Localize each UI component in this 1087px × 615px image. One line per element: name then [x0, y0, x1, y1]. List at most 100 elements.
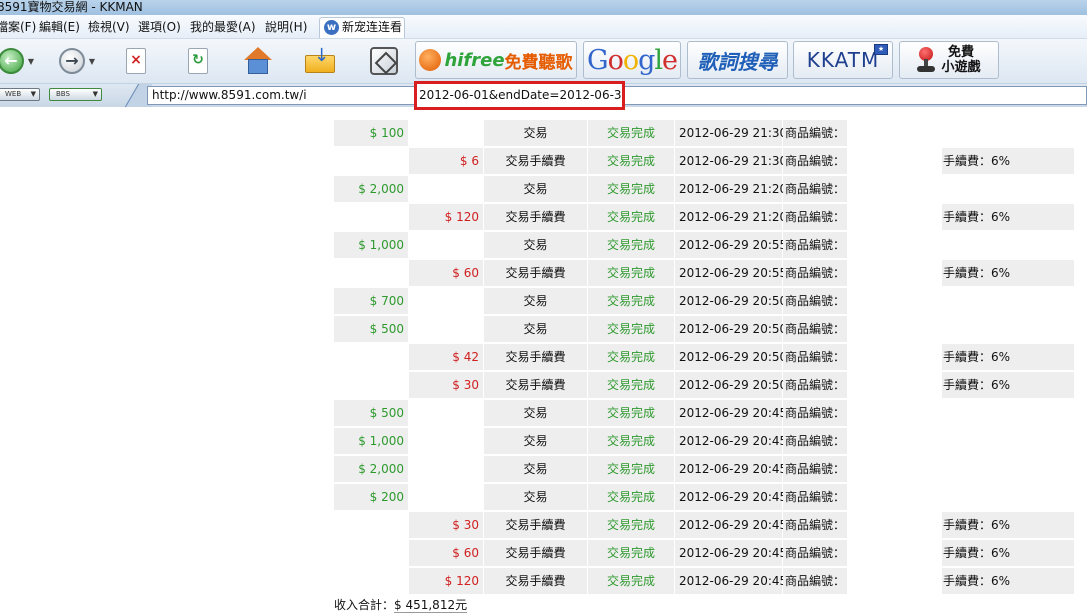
item-id-cell: 商品編號： [783, 512, 847, 538]
url-date-range-text: 2012-06-01&endDate=2012-06-30 [419, 88, 625, 102]
type-cell: 交易手續費 [484, 260, 587, 286]
expense-cell [409, 316, 483, 342]
google-letter: g [638, 44, 655, 76]
date-cell: 2012-06-29 21:20 [675, 176, 787, 202]
income-total: 收入合計：$ 451,812元 [334, 596, 468, 614]
hifree-logo-icon [419, 49, 442, 71]
menu-options[interactable]: 選項(O) [138, 15, 181, 39]
item-id-value-cell [848, 540, 941, 566]
income-cell [334, 204, 408, 230]
google-letter: l [654, 44, 663, 76]
type-cell: 交易 [484, 288, 587, 314]
expense-cell [409, 120, 483, 146]
date-cell: 2012-06-29 20:45 [675, 512, 787, 538]
free-games-label-2: 小遊戲 [941, 60, 981, 75]
kkatm-label: KKATM [806, 48, 880, 72]
hifree-free-music-label: 免費聽歌 [504, 52, 573, 73]
income-total-label: 收入合計： [334, 598, 395, 612]
menu-help[interactable]: 說明(H) [265, 15, 307, 39]
expense-cell: $ 120 [409, 204, 483, 230]
item-id-cell: 商品編號： [783, 372, 847, 398]
address-divider [112, 84, 152, 107]
type-cell: 交易手續費 [484, 512, 587, 538]
cube-button[interactable] [368, 43, 400, 79]
status-cell: 交易完成 [588, 372, 674, 398]
free-games-button[interactable]: 免費 小遊戲 [899, 41, 999, 79]
item-id-cell: 商品編號： [783, 484, 847, 510]
item-id-cell: 商品編號： [783, 428, 847, 454]
expense-cell: $ 6 [409, 148, 483, 174]
lyrics-search-button[interactable]: 歌詞搜尋 [687, 41, 788, 79]
expense-cell: $ 60 [409, 260, 483, 286]
item-id-value-cell [848, 176, 941, 202]
favorites-folder-button[interactable]: ↓ [304, 43, 336, 79]
expense-cell [409, 288, 483, 314]
expense-cell [409, 484, 483, 510]
status-cell: 交易完成 [588, 120, 674, 146]
income-cell [334, 512, 408, 538]
item-id-value-cell [848, 148, 941, 174]
lyrics-search-label: 歌詞搜尋 [697, 49, 778, 74]
income-total-value: $ 451,812元 [394, 598, 468, 613]
menu-edit[interactable]: 編輯(E) [39, 15, 80, 39]
note-cell [942, 456, 1074, 482]
google-letter: e [662, 44, 678, 76]
tab-label: 新宠连连看 [342, 20, 403, 34]
google-letter: o [622, 44, 639, 76]
income-cell: $ 1,000 [334, 428, 408, 454]
note-cell: 手續費：6% [942, 148, 1074, 174]
item-id-value-cell [848, 288, 941, 314]
income-cell: $ 2,000 [334, 176, 408, 202]
income-cell: $ 500 [334, 316, 408, 342]
menu-view[interactable]: 檢視(V) [88, 15, 130, 39]
income-cell [334, 540, 408, 566]
back-dropdown-icon[interactable]: ▼ [28, 57, 34, 66]
forward-button[interactable]: → ▼ [54, 43, 100, 79]
refresh-button[interactable]: ↻ [183, 43, 213, 79]
menu-favorites[interactable]: 我的最愛(A) [190, 15, 256, 39]
expense-cell: $ 120 [409, 568, 483, 594]
income-cell [334, 148, 408, 174]
web-search-button[interactable]: WEB ▼ [0, 88, 40, 101]
income-cell: $ 2,000 [334, 456, 408, 482]
menu-bar: 檔案(F) 編輯(E) 檢視(V) 選項(O) 我的最愛(A) 說明(H) w … [0, 15, 1087, 39]
bbs-search-button[interactable]: BBS ▼ [49, 88, 102, 101]
bbs-label: BBS [56, 90, 70, 98]
item-id-cell: 商品編號： [783, 148, 847, 174]
status-cell: 交易完成 [588, 456, 674, 482]
expense-cell [409, 232, 483, 258]
back-button[interactable]: ← ▼ [0, 43, 38, 79]
refresh-icon: ↻ [188, 48, 208, 74]
google-letter: G [586, 44, 609, 76]
note-cell [942, 400, 1074, 426]
income-cell [334, 344, 408, 370]
google-button[interactable]: Google [583, 41, 681, 79]
item-id-value-cell [848, 344, 941, 370]
date-cell: 2012-06-29 20:45 [675, 428, 787, 454]
item-id-cell: 商品編號： [783, 456, 847, 482]
date-cell: 2012-06-29 20:50 [675, 316, 787, 342]
item-id-value-cell [848, 232, 941, 258]
note-cell [942, 232, 1074, 258]
title-bar: 8591寶物交易網 - KKMAN [0, 0, 1087, 15]
home-button[interactable] [242, 43, 274, 79]
item-id-cell: 商品編號： [783, 400, 847, 426]
status-cell: 交易完成 [588, 288, 674, 314]
window-title: 8591寶物交易網 - KKMAN [0, 0, 143, 14]
item-id-cell: 商品編號： [783, 344, 847, 370]
item-id-cell: 商品編號： [783, 204, 847, 230]
stop-button[interactable]: × [121, 43, 151, 79]
browser-tab[interactable]: w 新宠连连看 [319, 17, 405, 38]
type-cell: 交易手續費 [484, 344, 587, 370]
forward-dropdown-icon[interactable]: ▼ [89, 57, 95, 66]
date-cell: 2012-06-29 20:50 [675, 372, 787, 398]
type-cell: 交易 [484, 176, 587, 202]
item-id-cell: 商品編號： [783, 260, 847, 286]
kkatm-button[interactable]: KKATM ★ [793, 41, 893, 79]
note-cell: 手續費：6% [942, 512, 1074, 538]
type-cell: 交易手續費 [484, 204, 587, 230]
type-cell: 交易手續費 [484, 568, 587, 594]
web-dropdown-icon: ▼ [30, 90, 36, 98]
menu-file[interactable]: 檔案(F) [0, 15, 36, 39]
hifree-button[interactable]: hifree 免費聽歌 [415, 41, 577, 79]
